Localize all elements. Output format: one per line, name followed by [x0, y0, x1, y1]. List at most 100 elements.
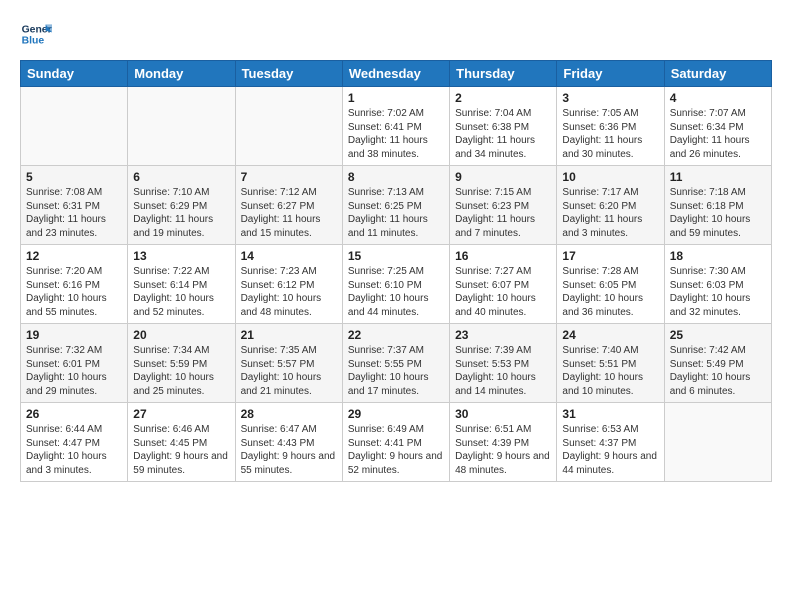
cal-cell: 2 Sunrise: 7:04 AMSunset: 6:38 PMDaylight… — [450, 87, 557, 166]
cal-cell: 3 Sunrise: 7:05 AMSunset: 6:36 PMDaylight… — [557, 87, 664, 166]
header: General Blue — [20, 18, 772, 50]
cal-cell: 13 Sunrise: 7:22 AMSunset: 6:14 PMDayligh… — [128, 245, 235, 324]
svg-text:Blue: Blue — [22, 36, 45, 47]
cal-cell: 8Sunrise: 7:13 AMSunset: 6:25 PMDaylight… — [342, 166, 449, 245]
day-number: 8 — [348, 170, 444, 184]
day-number: 9 — [455, 170, 551, 184]
cal-cell: 18Sunrise: 7:30 AMSunset: 6:03 PMDayligh… — [664, 245, 771, 324]
cal-cell: 20 Sunrise: 7:34 AMSunset: 5:59 PMDayligh… — [128, 324, 235, 403]
cal-cell: 31Sunrise: 6:53 AMSunset: 4:37 PMDayligh… — [557, 403, 664, 482]
day-number: 26 — [26, 407, 122, 421]
day-number: 25 — [670, 328, 766, 342]
cell-details: Sunrise: 7:23 AMSunset: 6:12 PMDaylight:… — [241, 265, 337, 319]
cell-details: Sunrise: 7:28 AMSunset: 6:05 PMDaylight:… — [562, 265, 658, 319]
weekday-sunday: Sunday — [21, 61, 128, 87]
day-number: 20 — [133, 328, 229, 342]
cell-details: Sunrise: 7:25 AMSunset: 6:10 PMDaylight:… — [348, 265, 444, 319]
cell-details: Sunrise: 6:47 AMSunset: 4:43 PMDaylight:… — [241, 423, 337, 477]
cal-cell: 10 Sunrise: 7:17 AMSunset: 6:20 PMDayligh… — [557, 166, 664, 245]
cal-cell — [21, 87, 128, 166]
weekday-wednesday: Wednesday — [342, 61, 449, 87]
cell-details: Sunrise: 7:02 AMSunset: 6:41 PMDaylight:… — [348, 107, 444, 161]
cal-cell: 9Sunrise: 7:15 AMSunset: 6:23 PMDaylight… — [450, 166, 557, 245]
cell-details: Sunrise: 7:22 AMSunset: 6:14 PMDaylight:… — [133, 265, 229, 319]
week-row-4: 19 Sunrise: 7:32 AMSunset: 6:01 PMDayligh… — [21, 324, 772, 403]
weekday-thursday: Thursday — [450, 61, 557, 87]
cell-details: Sunrise: 7:30 AMSunset: 6:03 PMDaylight:… — [670, 265, 766, 319]
day-number: 23 — [455, 328, 551, 342]
cell-details: Sunrise: 7:35 AMSunset: 5:57 PMDaylight:… — [241, 344, 337, 398]
cell-details: Sunrise: 6:46 AMSunset: 4:45 PMDaylight:… — [133, 423, 229, 477]
cell-details: Sunrise: 7:12 AMSunset: 6:27 PMDaylight:… — [241, 186, 337, 240]
day-number: 15 — [348, 249, 444, 263]
cell-details: Sunrise: 7:05 AMSunset: 6:36 PMDaylight:… — [562, 107, 658, 161]
weekday-monday: Monday — [128, 61, 235, 87]
cal-cell: 26 Sunrise: 6:44 AMSunset: 4:47 PMDayligh… — [21, 403, 128, 482]
cal-cell: 5 Sunrise: 7:08 AMSunset: 6:31 PMDaylight… — [21, 166, 128, 245]
cal-cell: 23 Sunrise: 7:39 AMSunset: 5:53 PMDayligh… — [450, 324, 557, 403]
cal-cell: 6 Sunrise: 7:10 AMSunset: 6:29 PMDaylight… — [128, 166, 235, 245]
day-number: 1 — [348, 91, 444, 105]
logo-icon: General Blue — [20, 18, 52, 50]
week-row-3: 12 Sunrise: 7:20 AMSunset: 6:16 PMDayligh… — [21, 245, 772, 324]
cal-cell: 28Sunrise: 6:47 AMSunset: 4:43 PMDayligh… — [235, 403, 342, 482]
cal-cell: 16Sunrise: 7:27 AMSunset: 6:07 PMDayligh… — [450, 245, 557, 324]
cal-cell: 15 Sunrise: 7:25 AMSunset: 6:10 PMDayligh… — [342, 245, 449, 324]
cell-details: Sunrise: 6:49 AMSunset: 4:41 PMDaylight:… — [348, 423, 444, 477]
week-row-5: 26 Sunrise: 6:44 AMSunset: 4:47 PMDayligh… — [21, 403, 772, 482]
cell-details: Sunrise: 6:44 AMSunset: 4:47 PMDaylight:… — [26, 423, 122, 477]
cal-cell: 21 Sunrise: 7:35 AMSunset: 5:57 PMDayligh… — [235, 324, 342, 403]
day-number: 22 — [348, 328, 444, 342]
day-number: 3 — [562, 91, 658, 105]
day-number: 14 — [241, 249, 337, 263]
day-number: 17 — [562, 249, 658, 263]
day-number: 5 — [26, 170, 122, 184]
day-number: 29 — [348, 407, 444, 421]
cal-cell: 30 Sunrise: 6:51 AMSunset: 4:39 PMDayligh… — [450, 403, 557, 482]
week-row-2: 5 Sunrise: 7:08 AMSunset: 6:31 PMDaylight… — [21, 166, 772, 245]
day-number: 2 — [455, 91, 551, 105]
day-number: 6 — [133, 170, 229, 184]
cell-details: Sunrise: 7:08 AMSunset: 6:31 PMDaylight:… — [26, 186, 122, 240]
cal-cell: 17 Sunrise: 7:28 AMSunset: 6:05 PMDayligh… — [557, 245, 664, 324]
cell-details: Sunrise: 7:32 AMSunset: 6:01 PMDaylight:… — [26, 344, 122, 398]
day-number: 27 — [133, 407, 229, 421]
day-number: 19 — [26, 328, 122, 342]
day-number: 10 — [562, 170, 658, 184]
day-number: 16 — [455, 249, 551, 263]
cal-cell: 7 Sunrise: 7:12 AMSunset: 6:27 PMDaylight… — [235, 166, 342, 245]
cell-details: Sunrise: 6:53 AMSunset: 4:37 PMDaylight:… — [562, 423, 658, 477]
day-number: 21 — [241, 328, 337, 342]
cal-cell — [664, 403, 771, 482]
cal-cell: 4Sunrise: 7:07 AMSunset: 6:34 PMDaylight… — [664, 87, 771, 166]
cell-details: Sunrise: 7:04 AMSunset: 6:38 PMDaylight:… — [455, 107, 551, 161]
weekday-header-row: SundayMondayTuesdayWednesdayThursdayFrid… — [21, 61, 772, 87]
cell-details: Sunrise: 7:17 AMSunset: 6:20 PMDaylight:… — [562, 186, 658, 240]
cal-cell: 1 Sunrise: 7:02 AMSunset: 6:41 PMDaylight… — [342, 87, 449, 166]
day-number: 12 — [26, 249, 122, 263]
day-number: 13 — [133, 249, 229, 263]
day-number: 7 — [241, 170, 337, 184]
cell-details: Sunrise: 7:39 AMSunset: 5:53 PMDaylight:… — [455, 344, 551, 398]
weekday-tuesday: Tuesday — [235, 61, 342, 87]
day-number: 11 — [670, 170, 766, 184]
cell-details: Sunrise: 6:51 AMSunset: 4:39 PMDaylight:… — [455, 423, 551, 477]
calendar-table: SundayMondayTuesdayWednesdayThursdayFrid… — [20, 60, 772, 482]
cell-details: Sunrise: 7:18 AMSunset: 6:18 PMDaylight:… — [670, 186, 766, 240]
cell-details: Sunrise: 7:40 AMSunset: 5:51 PMDaylight:… — [562, 344, 658, 398]
day-number: 24 — [562, 328, 658, 342]
cell-details: Sunrise: 7:20 AMSunset: 6:16 PMDaylight:… — [26, 265, 122, 319]
cal-cell — [128, 87, 235, 166]
cal-cell: 22Sunrise: 7:37 AMSunset: 5:55 PMDayligh… — [342, 324, 449, 403]
cal-cell: 25Sunrise: 7:42 AMSunset: 5:49 PMDayligh… — [664, 324, 771, 403]
cell-details: Sunrise: 7:34 AMSunset: 5:59 PMDaylight:… — [133, 344, 229, 398]
cal-cell: 24 Sunrise: 7:40 AMSunset: 5:51 PMDayligh… — [557, 324, 664, 403]
day-number: 4 — [670, 91, 766, 105]
cal-cell: 11 Sunrise: 7:18 AMSunset: 6:18 PMDayligh… — [664, 166, 771, 245]
cal-cell: 29 Sunrise: 6:49 AMSunset: 4:41 PMDayligh… — [342, 403, 449, 482]
day-number: 30 — [455, 407, 551, 421]
cell-details: Sunrise: 7:10 AMSunset: 6:29 PMDaylight:… — [133, 186, 229, 240]
cal-cell: 12 Sunrise: 7:20 AMSunset: 6:16 PMDayligh… — [21, 245, 128, 324]
weekday-saturday: Saturday — [664, 61, 771, 87]
week-row-1: 1 Sunrise: 7:02 AMSunset: 6:41 PMDaylight… — [21, 87, 772, 166]
